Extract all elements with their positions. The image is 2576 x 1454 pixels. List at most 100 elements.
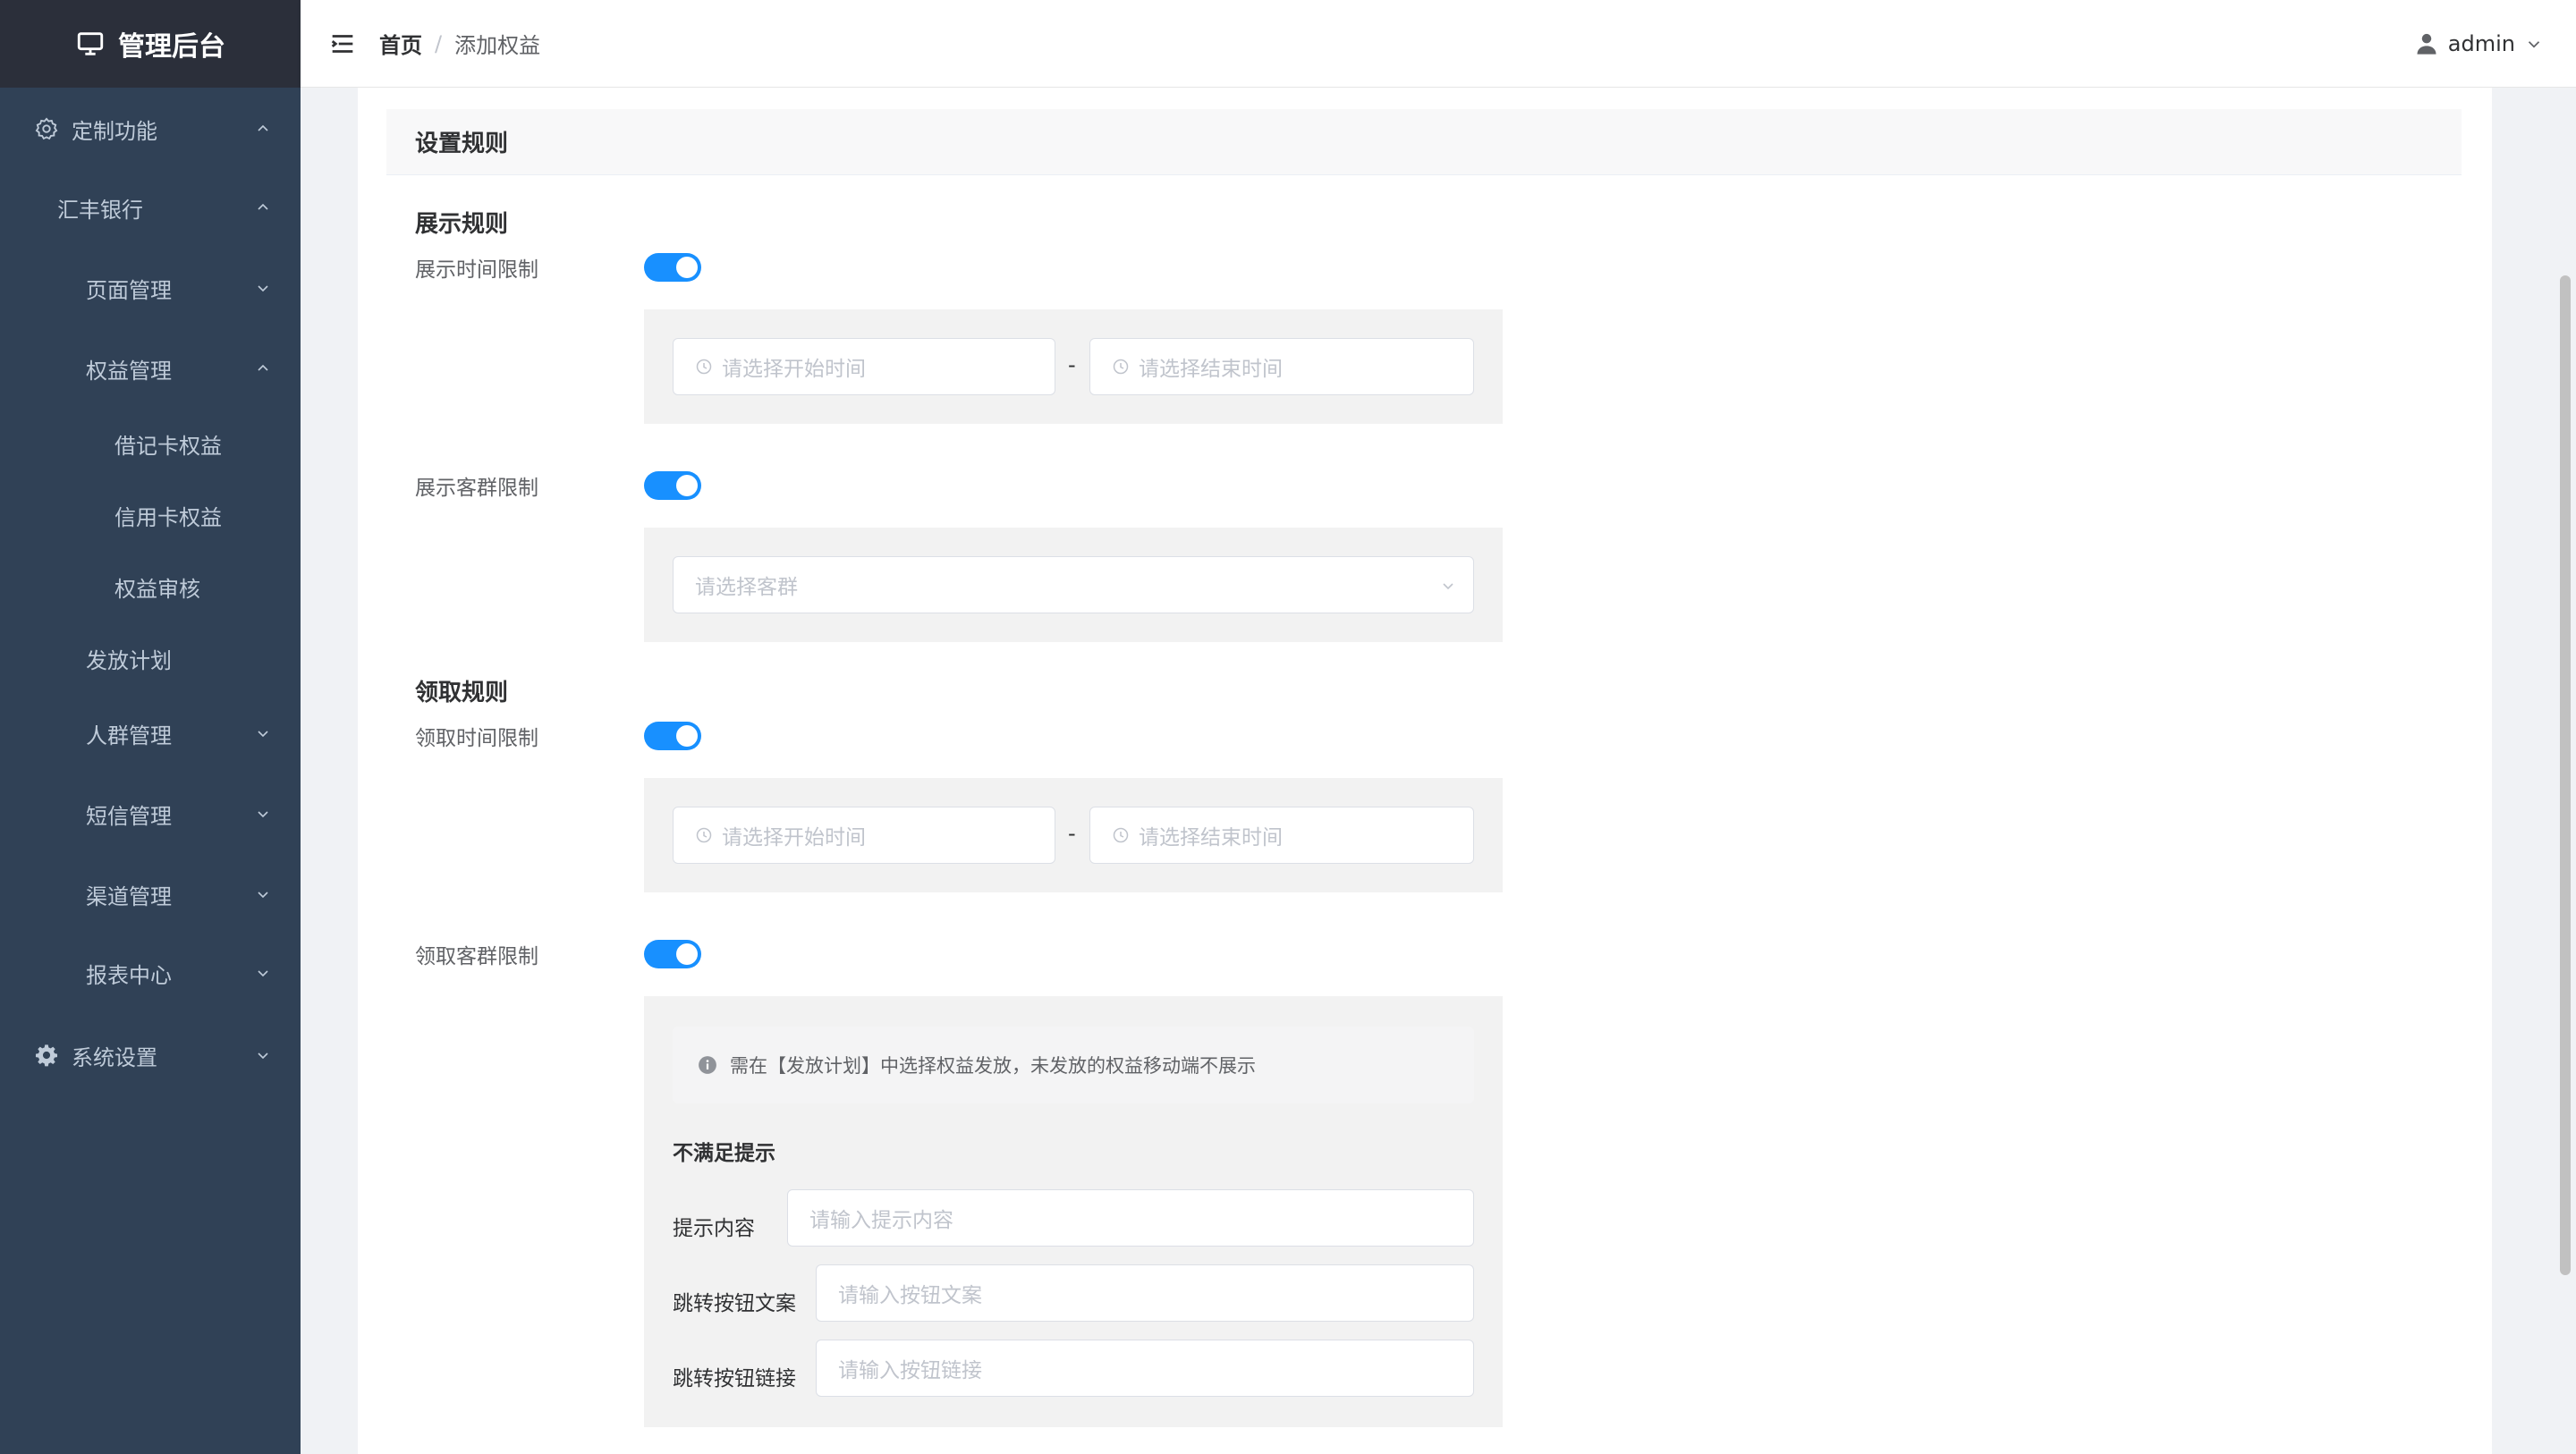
sidebar-item-benefit-management[interactable]: 权益管理 <box>0 333 301 404</box>
clock-icon <box>1113 827 1129 843</box>
input-placeholder: 请选择开始时间 <box>722 826 866 850</box>
hamburger-menu-icon[interactable] <box>327 29 358 59</box>
clock-icon <box>696 359 712 375</box>
sidebar-item-label: 汇丰银行 <box>57 197 143 223</box>
chevron-up-icon <box>258 364 268 371</box>
top-navbar: 首页 / 添加权益 admin <box>301 0 2576 88</box>
sidebar-item-label: 页面管理 <box>86 277 172 303</box>
sidebar-item-label: 发放计划 <box>86 647 172 673</box>
sidebar-item-label: 权益管理 <box>86 358 172 384</box>
form-card: 设置规则 展示规则 展示时间限制 请选择开始时间 - 请选择结束时间 展示客群限… <box>358 88 2492 1454</box>
main-content: 设置规则 展示规则 展示时间限制 请选择开始时间 - 请选择结束时间 展示客群限… <box>301 88 2576 1454</box>
chevron-down-icon <box>258 811 268 818</box>
claim-start-time-input[interactable]: 请选择开始时间 <box>673 807 1055 864</box>
sidebar-item-label: 报表中心 <box>86 962 172 988</box>
sidebar-item-distribution-plan[interactable]: 发放计划 <box>0 622 301 694</box>
app-title: 管理后台 <box>118 31 225 63</box>
page-scrollbar[interactable] <box>2556 88 2572 1454</box>
chevron-down-icon <box>258 970 268 977</box>
input-placeholder: 请选择开始时间 <box>722 358 866 381</box>
breadcrumb: 首页 / 添加权益 <box>379 28 540 59</box>
range-separator: - <box>1068 352 1076 377</box>
sidebar-item-sms-management[interactable]: 短信管理 <box>0 778 301 850</box>
scrollbar-thumb[interactable] <box>2560 275 2571 1275</box>
claim-rules-title: 领取规则 <box>415 680 509 706</box>
info-icon <box>699 1056 716 1074</box>
chevron-down-icon <box>258 1052 268 1060</box>
chevron-down-icon <box>2528 41 2540 48</box>
sidebar-item-report-center[interactable]: 报表中心 <box>0 937 301 1009</box>
claim-end-time-input[interactable]: 请选择结束时间 <box>1089 807 1474 864</box>
input-placeholder: 请输入提示内容 <box>809 1209 953 1232</box>
claim-time-panel: 请选择开始时间 - 请选择结束时间 <box>644 778 1503 892</box>
button-link-label: 跳转按钮链接 <box>673 1367 796 1391</box>
input-placeholder: 请输入按钮链接 <box>838 1359 982 1382</box>
sidebar-item-credit-card-benefits[interactable]: 信用卡权益 <box>0 479 301 551</box>
claim-time-limit-switch[interactable] <box>644 722 701 750</box>
chevron-down-icon <box>258 285 268 292</box>
chevron-down-icon <box>258 892 268 899</box>
tip-content-label: 提示内容 <box>673 1217 755 1240</box>
notice-text: 需在【发放计划】中选择权益发放，未发放的权益移动端不展示 <box>730 1055 1256 1077</box>
display-start-time-input[interactable]: 请选择开始时间 <box>673 338 1055 395</box>
sidebar-item-channel-management[interactable]: 渠道管理 <box>0 858 301 930</box>
tip-content-input[interactable]: 请输入提示内容 <box>787 1189 1474 1247</box>
gear-outline-icon <box>35 117 58 140</box>
sidebar-item-hsbc[interactable]: 汇丰银行 <box>0 172 301 243</box>
info-notice: 需在【发放计划】中选择权益发放，未发放的权益移动端不展示 <box>673 1027 1474 1103</box>
display-end-time-input[interactable]: 请选择结束时间 <box>1089 338 1474 395</box>
display-rules-title: 展示规则 <box>415 211 509 238</box>
sidebar-item-custom-features[interactable]: 定制功能 <box>0 93 301 165</box>
input-placeholder: 请选择结束时间 <box>1139 358 1283 381</box>
sidebar: 管理后台 定制功能 汇丰银行 页面管理 权益管理 借记卡权益 信用卡权益 权益审… <box>0 0 301 1454</box>
range-separator: - <box>1068 821 1076 846</box>
sidebar-item-label: 系统设置 <box>72 1044 157 1070</box>
sidebar-item-label: 借记卡权益 <box>114 433 222 459</box>
breadcrumb-separator: / <box>435 30 443 56</box>
sidebar-item-benefit-review[interactable]: 权益审核 <box>0 551 301 622</box>
section-title: 设置规则 <box>386 109 2462 175</box>
chevron-up-icon <box>258 203 268 210</box>
sidebar-item-page-management[interactable]: 页面管理 <box>0 252 301 324</box>
chevron-up-icon <box>258 124 268 131</box>
breadcrumb-home[interactable]: 首页 <box>379 28 422 59</box>
sidebar-item-system-settings[interactable]: 系统设置 <box>0 1019 301 1091</box>
display-time-limit-switch[interactable] <box>644 253 701 282</box>
input-placeholder: 请输入按钮文案 <box>838 1284 982 1307</box>
chevron-down-icon <box>1443 583 1453 590</box>
claim-time-limit-label: 领取时间限制 <box>415 727 538 750</box>
breadcrumb-current: 添加权益 <box>454 33 541 58</box>
gear-solid-icon <box>35 1044 58 1067</box>
button-link-input[interactable]: 请输入按钮链接 <box>816 1340 1474 1397</box>
display-group-limit-label: 展示客群限制 <box>415 477 538 500</box>
claim-group-limit-switch[interactable] <box>644 940 701 968</box>
customer-group-select[interactable]: 请选择客群 <box>673 556 1474 613</box>
sidebar-item-label: 渠道管理 <box>86 883 172 909</box>
chevron-down-icon <box>258 731 268 738</box>
user-dropdown[interactable]: admin <box>2414 0 2544 88</box>
user-icon <box>2417 33 2436 55</box>
user-name: admin <box>2447 31 2515 56</box>
display-group-panel: 请选择客群 <box>644 528 1503 642</box>
display-group-limit-switch[interactable] <box>644 471 701 500</box>
clock-icon <box>696 827 712 843</box>
sidebar-item-label: 定制功能 <box>72 118 157 144</box>
input-placeholder: 请选择结束时间 <box>1139 826 1283 850</box>
select-placeholder: 请选择客群 <box>695 576 798 599</box>
app-logo[interactable]: 管理后台 <box>0 0 301 88</box>
button-text-input[interactable]: 请输入按钮文案 <box>816 1264 1474 1322</box>
claim-group-limit-label: 领取客群限制 <box>415 945 538 968</box>
sidebar-item-label: 人群管理 <box>86 723 172 748</box>
sidebar-item-label: 权益审核 <box>114 576 200 602</box>
unmet-prompt-title: 不满足提示 <box>673 1142 775 1165</box>
clock-icon <box>1113 359 1129 375</box>
display-time-limit-label: 展示时间限制 <box>415 258 538 282</box>
sidebar-item-audience-management[interactable]: 人群管理 <box>0 697 301 769</box>
sidebar-item-debit-card-benefits[interactable]: 借记卡权益 <box>0 408 301 479</box>
sidebar-item-label: 短信管理 <box>86 803 172 829</box>
claim-group-panel: 需在【发放计划】中选择权益发放，未发放的权益移动端不展示 不满足提示 提示内容 … <box>644 996 1503 1427</box>
monitor-icon <box>77 32 104 55</box>
display-time-panel: 请选择开始时间 - 请选择结束时间 <box>644 309 1503 424</box>
sidebar-item-label: 信用卡权益 <box>114 504 222 530</box>
button-text-label: 跳转按钮文案 <box>673 1292 796 1315</box>
